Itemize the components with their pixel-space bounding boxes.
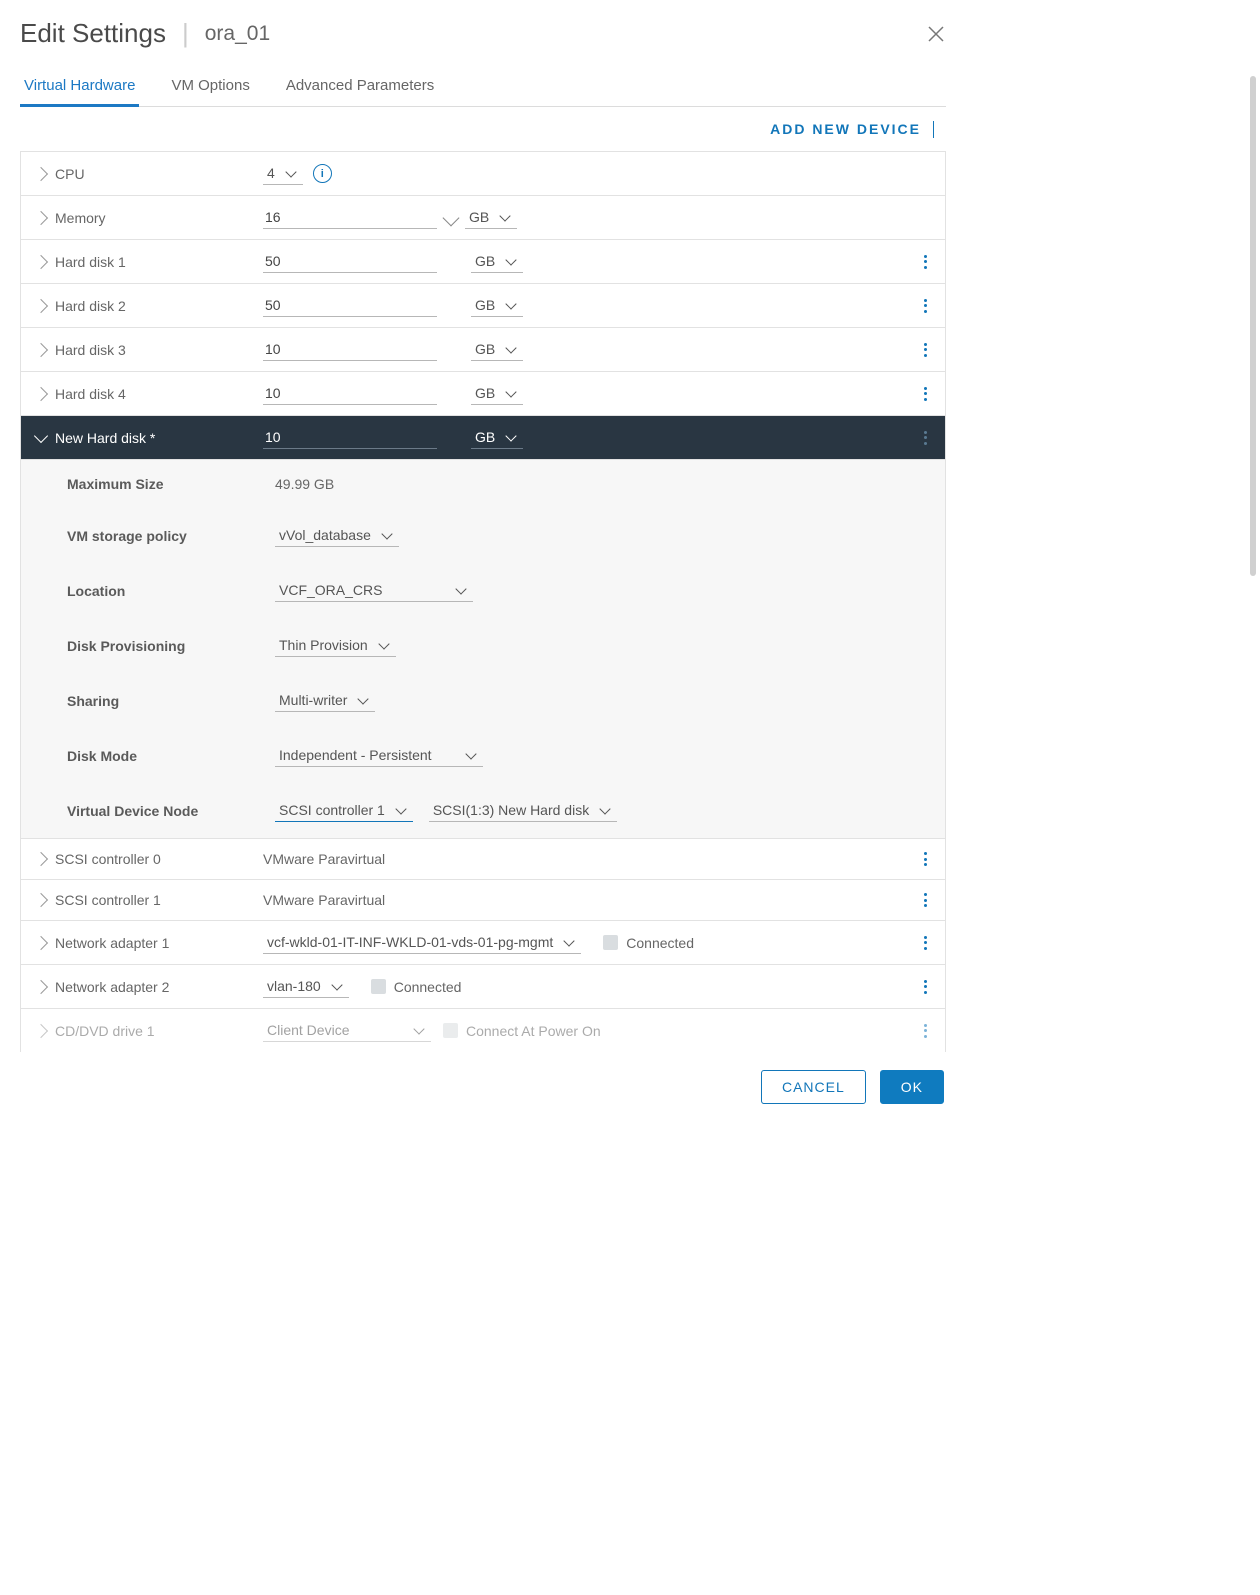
storage-policy-select[interactable]: vVol_database — [275, 524, 399, 547]
cpu-select[interactable]: 4 — [263, 162, 303, 185]
chevron-right-icon[interactable] — [34, 166, 48, 180]
chevron-right-icon[interactable] — [34, 298, 48, 312]
connected-checkbox[interactable] — [603, 935, 618, 950]
chevron-right-icon[interactable] — [34, 1023, 48, 1037]
hd3-unit-select[interactable]: GB — [471, 338, 523, 361]
chevron-right-icon[interactable] — [34, 852, 48, 866]
row-hard-disk-2: Hard disk 2 GB — [21, 284, 945, 328]
memory-unit-select[interactable]: GB — [465, 206, 517, 229]
cd-device-select[interactable]: Client Device — [263, 1019, 431, 1042]
maximum-size-value: 49.99 GB — [275, 476, 334, 492]
scrollbar[interactable] — [1250, 76, 1256, 576]
chevron-right-icon[interactable] — [34, 893, 48, 907]
kebab-menu-icon[interactable] — [918, 340, 933, 360]
hd4-size-input[interactable] — [263, 382, 437, 405]
row-memory: Memory GB — [21, 196, 945, 240]
vdn-controller-select[interactable]: SCSI controller 1 — [275, 799, 413, 822]
tab-vm-options[interactable]: VM Options — [167, 71, 253, 106]
ok-button[interactable]: OK — [880, 1070, 944, 1104]
hd2-size-input[interactable] — [263, 294, 437, 317]
memory-input[interactable] — [263, 206, 437, 229]
chevron-right-icon[interactable] — [34, 979, 48, 993]
kebab-menu-icon[interactable] — [918, 977, 933, 997]
row-cpu: CPU 4 i — [21, 152, 945, 196]
location-select[interactable]: VCF_ORA_CRS — [275, 579, 473, 602]
network1-select[interactable]: vcf-wkld-01-IT-INF-WKLD-01-vds-01-pg-mgm… — [263, 931, 581, 954]
row-scsi-1: SCSI controller 1 VMware Paravirtual — [21, 880, 945, 921]
tab-virtual-hardware[interactable]: Virtual Hardware — [20, 71, 139, 107]
vdn-slot-select[interactable]: SCSI(1:3) New Hard disk — [429, 799, 617, 822]
hd3-size-input[interactable] — [263, 338, 437, 361]
chevron-right-icon[interactable] — [34, 935, 48, 949]
kebab-menu-icon[interactable] — [918, 252, 933, 272]
hd1-unit-select[interactable]: GB — [471, 250, 523, 273]
sharing-select[interactable]: Multi-writer — [275, 689, 375, 712]
cancel-button[interactable]: CANCEL — [761, 1070, 866, 1104]
chevron-right-icon[interactable] — [34, 342, 48, 356]
kebab-menu-icon[interactable] — [918, 933, 933, 953]
dialog-title: Edit Settings — [20, 18, 166, 49]
row-hard-disk-3: Hard disk 3 GB — [21, 328, 945, 372]
close-icon[interactable] — [926, 24, 946, 44]
kebab-menu-icon[interactable] — [918, 890, 933, 910]
disk-mode-select[interactable]: Independent - Persistent — [275, 744, 483, 767]
row-network-1: Network adapter 1 vcf-wkld-01-IT-INF-WKL… — [21, 921, 945, 965]
info-icon[interactable]: i — [313, 164, 332, 183]
row-scsi-0: SCSI controller 0 VMware Paravirtual — [21, 839, 945, 880]
hd4-unit-select[interactable]: GB — [471, 382, 523, 405]
hd2-unit-select[interactable]: GB — [471, 294, 523, 317]
row-network-2: Network adapter 2 vlan-180 Connected — [21, 965, 945, 1009]
new-hd-size-input[interactable] — [263, 426, 437, 449]
kebab-menu-icon[interactable] — [918, 384, 933, 404]
connected-checkbox[interactable] — [371, 979, 386, 994]
kebab-menu-icon[interactable] — [918, 1021, 933, 1041]
chevron-right-icon[interactable] — [34, 254, 48, 268]
row-hard-disk-1: Hard disk 1 GB — [21, 240, 945, 284]
add-new-device-button[interactable]: ADD NEW DEVICE — [770, 121, 938, 137]
disk-provisioning-select[interactable]: Thin Provision — [275, 634, 396, 657]
kebab-menu-icon[interactable] — [918, 849, 933, 869]
chevron-down-icon[interactable] — [34, 428, 48, 442]
hd1-size-input[interactable] — [263, 250, 437, 273]
tab-advanced-parameters[interactable]: Advanced Parameters — [282, 71, 438, 106]
new-hd-unit-select[interactable]: GB — [471, 426, 523, 449]
row-hard-disk-4: Hard disk 4 GB — [21, 372, 945, 416]
chevron-down-icon[interactable] — [443, 209, 460, 226]
chevron-right-icon[interactable] — [34, 210, 48, 224]
kebab-menu-icon[interactable] — [918, 296, 933, 316]
new-hard-disk-properties: Maximum Size 49.99 GB VM storage policy … — [21, 460, 945, 839]
row-new-hard-disk: New Hard disk * GB — [21, 416, 945, 460]
vm-name: ora_01 — [205, 22, 270, 46]
kebab-menu-icon[interactable] — [918, 428, 933, 448]
network2-select[interactable]: vlan-180 — [263, 975, 349, 998]
chevron-right-icon[interactable] — [34, 386, 48, 400]
row-cd-dvd: CD/DVD drive 1 Client Device Connect At … — [21, 1009, 945, 1052]
connect-power-on-checkbox[interactable] — [443, 1023, 458, 1038]
